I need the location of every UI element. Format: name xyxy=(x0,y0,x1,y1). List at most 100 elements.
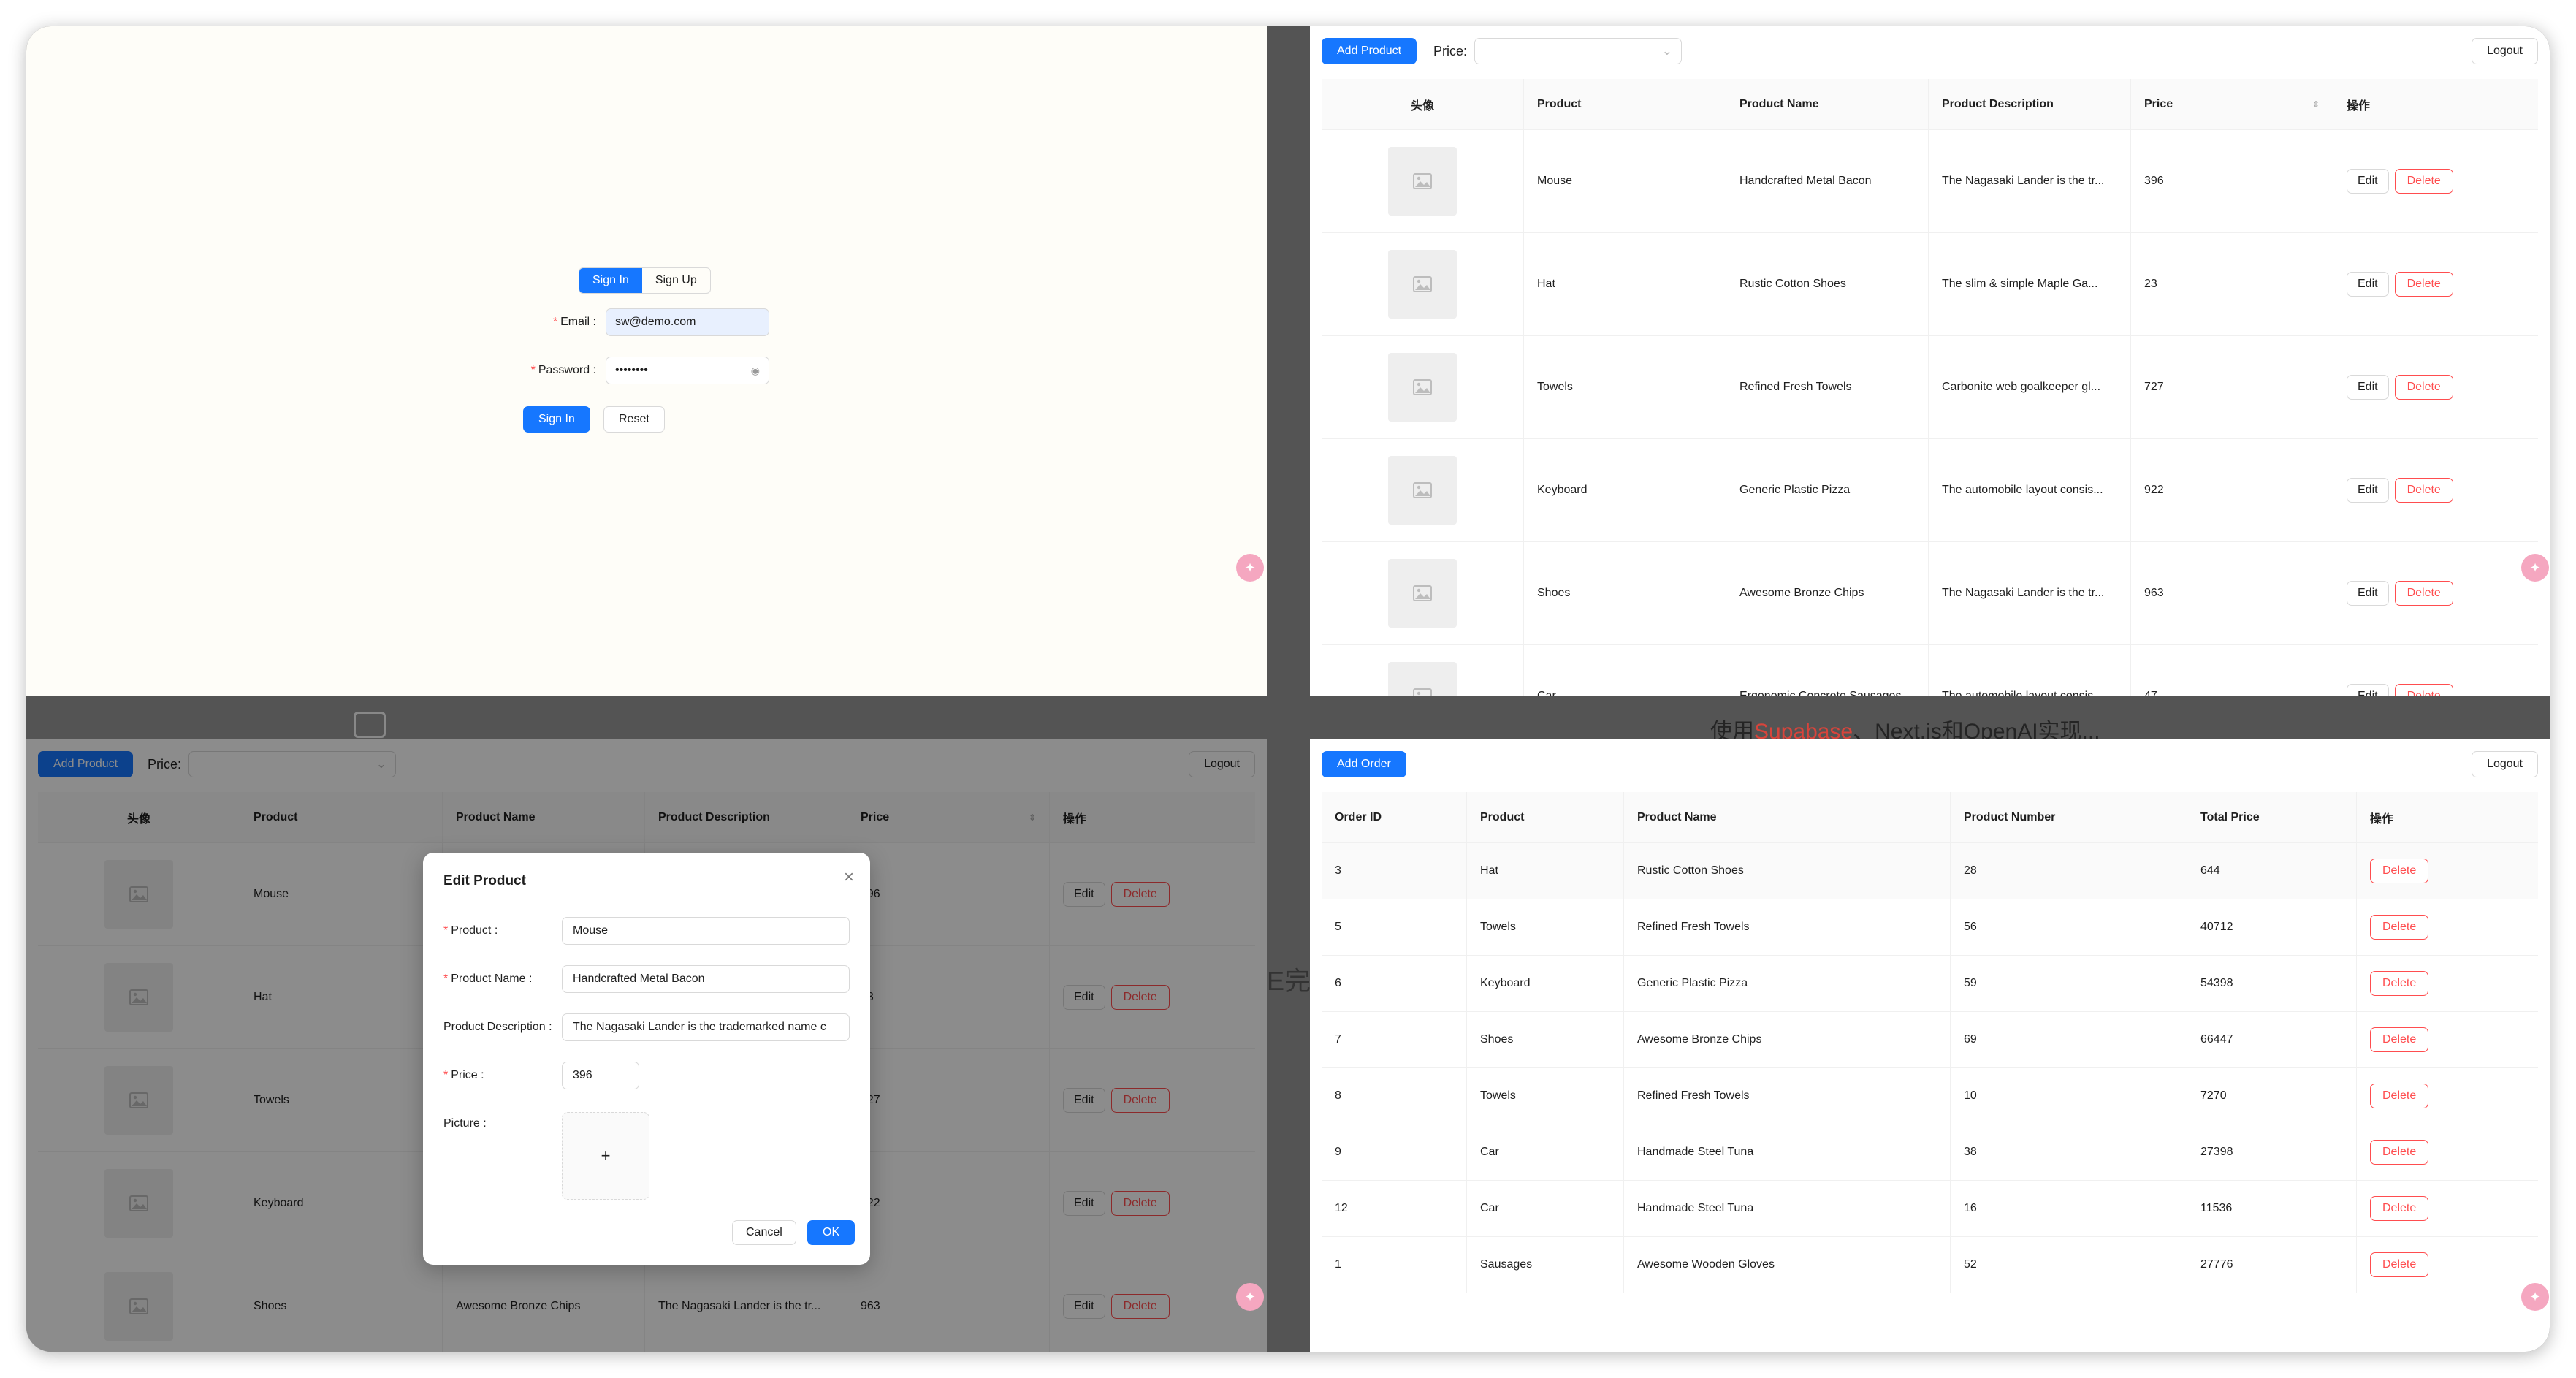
description-cell: The Nagasaki Lander is the tr... xyxy=(1929,130,2131,232)
actions-cell: Delete xyxy=(2357,899,2538,955)
table-header: 头像 Product Product Name Product Descript… xyxy=(1322,79,2538,130)
product-description-field[interactable]: The Nagasaki Lander is the trademarked n… xyxy=(562,1013,850,1041)
password-value: •••••••• xyxy=(615,364,648,376)
column-order-id: Order ID xyxy=(1322,792,1467,842)
product-cell: Hat xyxy=(1524,233,1726,335)
table-row: Hat Rustic Cotton Shoes The slim & simpl… xyxy=(1322,233,2538,336)
screenshot-collage: 使用Supabase、Next.js和OpenAI实现... E完成 Sign … xyxy=(26,26,2550,1352)
products-toolbar: Add Product Price: ⌄ Logout xyxy=(1322,38,2538,67)
image-placeholder-icon xyxy=(1388,353,1457,422)
order-id-cell: 3 xyxy=(1322,843,1467,899)
delete-button[interactable]: Delete xyxy=(2370,1084,2429,1108)
edit-button[interactable]: Edit xyxy=(2347,478,2389,503)
column-actions: 操作 xyxy=(2347,99,2371,113)
table-row: Car Ergonomic Concrete Sausages The auto… xyxy=(1322,645,2538,696)
sign-in-button[interactable]: Sign In xyxy=(523,406,590,433)
ok-button[interactable]: OK xyxy=(807,1220,856,1245)
product-cell: Mouse xyxy=(1524,130,1726,232)
delete-button[interactable]: Delete xyxy=(2370,1252,2429,1277)
delete-button[interactable]: Delete xyxy=(2370,1140,2429,1165)
price-cell: 396 xyxy=(2131,130,2333,232)
delete-button[interactable]: Delete xyxy=(2394,684,2453,696)
delete-button[interactable]: Delete xyxy=(2370,859,2429,883)
auth-mode-switch: Sign In Sign Up xyxy=(579,267,711,294)
actions-cell: Delete xyxy=(2357,1012,2538,1067)
table-row: 9 Car Handmade Steel Tuna 38 27398 Delet… xyxy=(1322,1124,2538,1181)
total-price-cell: 7270 xyxy=(2187,1068,2357,1124)
tab-sign-in[interactable]: Sign In xyxy=(579,268,642,293)
table-row: 5 Towels Refined Fresh Towels 56 40712 D… xyxy=(1322,899,2538,956)
edit-button[interactable]: Edit xyxy=(2347,581,2389,606)
modal-title: Edit Product xyxy=(443,873,526,888)
add-order-button[interactable]: Add Order xyxy=(1322,751,1406,777)
product-number-cell: 56 xyxy=(1951,899,2187,955)
translate-float-icon[interactable]: ✦ xyxy=(2521,554,2549,582)
delete-button[interactable]: Delete xyxy=(2394,272,2453,297)
picture-upload[interactable]: + xyxy=(562,1112,649,1200)
product-field[interactable]: Mouse xyxy=(562,917,850,945)
column-price[interactable]: Price ⇕ xyxy=(2131,79,2333,129)
cancel-button[interactable]: Cancel xyxy=(732,1220,796,1245)
delete-button[interactable]: Delete xyxy=(2370,1027,2429,1052)
product-number-cell: 52 xyxy=(1951,1237,2187,1293)
actions-cell: Edit Delete xyxy=(2333,439,2538,541)
sort-icon[interactable]: ⇕ xyxy=(2312,99,2320,110)
translate-float-icon[interactable]: ✦ xyxy=(1236,1283,1264,1311)
avatar-cell xyxy=(1322,130,1524,232)
actions-cell: Edit Delete xyxy=(2333,336,2538,438)
price-cell: 23 xyxy=(2131,233,2333,335)
logout-button[interactable]: Logout xyxy=(2472,38,2538,64)
login-panel: Sign In Sign Up * Email : sw@demo.com * Pa… xyxy=(26,26,1267,696)
order-id-cell: 1 xyxy=(1322,1237,1467,1293)
product-label: * Product : xyxy=(443,924,498,937)
delete-button[interactable]: Delete xyxy=(2394,375,2453,400)
actions-cell: Edit Delete xyxy=(2333,130,2538,232)
edit-button[interactable]: Edit xyxy=(2347,169,2389,194)
total-price-cell: 11536 xyxy=(2187,1181,2357,1236)
product-cell: Shoes xyxy=(1467,1012,1624,1067)
product-name-field[interactable]: Handcrafted Metal Bacon xyxy=(562,965,850,993)
close-icon[interactable]: × xyxy=(844,867,854,888)
password-field[interactable]: •••••••• ◉ xyxy=(606,357,769,384)
delete-button[interactable]: Delete xyxy=(2370,915,2429,940)
total-price-cell: 54398 xyxy=(2187,956,2357,1011)
translate-float-icon[interactable]: ✦ xyxy=(2521,1283,2549,1311)
total-price-cell: 40712 xyxy=(2187,899,2357,955)
products-panel: Add Product Price: ⌄ Logout 头像 Product P… xyxy=(1310,26,2550,696)
delete-button[interactable]: Delete xyxy=(2394,478,2453,503)
edit-button[interactable]: Edit xyxy=(2347,684,2389,696)
email-label: * Email : xyxy=(552,316,596,328)
column-product-number: Product Number xyxy=(1951,792,2187,842)
price-field[interactable]: 396 xyxy=(562,1062,639,1089)
delete-button[interactable]: Delete xyxy=(2394,581,2453,606)
delete-button[interactable]: Delete xyxy=(2370,971,2429,996)
product-name-cell: Handmade Steel Tuna xyxy=(1624,1124,1951,1180)
column-total-price: Total Price xyxy=(2187,792,2357,842)
reset-button[interactable]: Reset xyxy=(603,406,665,433)
edit-button[interactable]: Edit xyxy=(2347,375,2389,400)
eye-invisible-icon[interactable]: ◉ xyxy=(751,365,760,377)
translate-float-icon[interactable]: ✦ xyxy=(1236,554,1264,582)
order-id-cell: 5 xyxy=(1322,899,1467,955)
products-edit-panel: Add Product Price: ⌄ Logout 头像 Product P… xyxy=(26,739,1267,1352)
table-row: 8 Towels Refined Fresh Towels 10 7270 De… xyxy=(1322,1068,2538,1124)
edit-button[interactable]: Edit xyxy=(2347,272,2389,297)
tab-sign-up[interactable]: Sign Up xyxy=(642,268,710,293)
delete-button[interactable]: Delete xyxy=(2370,1196,2429,1221)
table-row: 3 Hat Rustic Cotton Shoes 28 644 Delete xyxy=(1322,843,2538,899)
column-actions: 操作 xyxy=(2370,812,2394,826)
actions-cell: Delete xyxy=(2357,1124,2538,1180)
price-filter-select[interactable]: ⌄ xyxy=(1474,38,1682,64)
chevron-down-icon: ⌄ xyxy=(1661,44,1672,58)
table-row: Mouse Handcrafted Metal Bacon The Nagasa… xyxy=(1322,130,2538,233)
product-number-cell: 69 xyxy=(1951,1012,2187,1067)
logout-button[interactable]: Logout xyxy=(2472,751,2538,777)
order-id-cell: 9 xyxy=(1322,1124,1467,1180)
product-cell: Towels xyxy=(1467,899,1624,955)
add-product-button[interactable]: Add Product xyxy=(1322,38,1417,64)
delete-button[interactable]: Delete xyxy=(2394,169,2453,194)
price-filter-label: Price: xyxy=(1433,44,1468,58)
email-field[interactable]: sw@demo.com xyxy=(606,308,769,336)
product-number-cell: 59 xyxy=(1951,956,2187,1011)
table-header: Order ID Product Product Name Product Nu… xyxy=(1322,792,2538,843)
